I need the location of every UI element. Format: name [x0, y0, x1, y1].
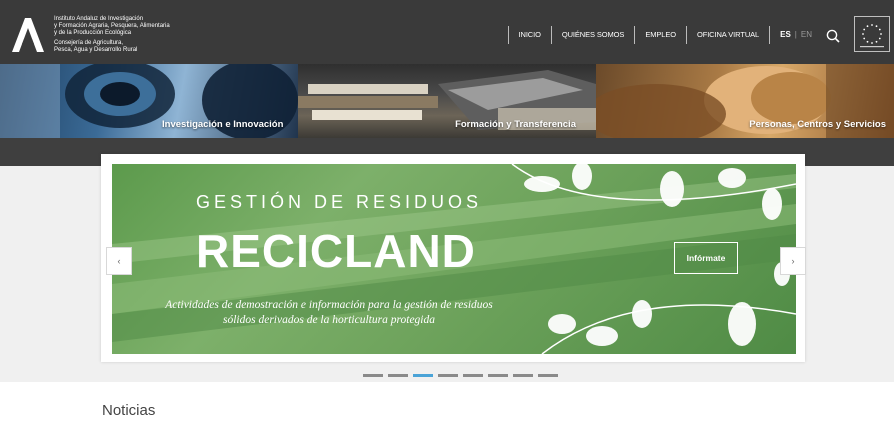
nav-quienes-somos[interactable]: QUIÉNES SOMOS	[550, 26, 634, 44]
slide-recicland[interactable]: GESTIÓN DE RESIDUOS RECICLAND Actividade…	[112, 164, 796, 354]
category-label: Investigación e Innovación	[162, 119, 284, 130]
informate-button[interactable]: Infórmate	[674, 242, 738, 274]
slide-title: RECICLAND	[196, 225, 476, 277]
nav-oficina-virtual[interactable]: OFICINA VIRTUAL	[685, 26, 769, 44]
slider-dot[interactable]	[388, 374, 408, 377]
category-formacion[interactable]: Formación y Transferencia	[298, 64, 596, 138]
slider-dot[interactable]	[438, 374, 458, 377]
ministry-line: Pesca, Agua y Desarrollo Rural	[54, 47, 138, 53]
org-line: y de la Producción Ecológica	[54, 30, 132, 36]
junta-logo[interactable]	[8, 14, 48, 54]
nav-empleo[interactable]: EMPLEO	[634, 26, 686, 44]
ministry-line: Consejería de Agricultura,	[54, 40, 124, 46]
org-line: y Formación Agraria, Pesquera, Alimentar…	[54, 23, 170, 29]
slider-dot[interactable]	[538, 374, 558, 377]
search-icon[interactable]	[826, 29, 840, 43]
category-strip: Investigación e Innovación Formación y T…	[0, 64, 894, 138]
slider-dot[interactable]	[413, 374, 433, 377]
slider-dot[interactable]	[488, 374, 508, 377]
nav-inicio[interactable]: INICIO	[507, 26, 551, 44]
org-name: Instituto Andaluz de Investigación y For…	[54, 16, 204, 54]
category-investigacion[interactable]: Investigación e Innovación	[0, 64, 298, 138]
slide-description: Actividades de demostración e informació…	[165, 299, 493, 326]
news-section-title: Noticias	[102, 402, 156, 419]
lang-en[interactable]: EN	[801, 26, 812, 44]
org-line: Instituto Andaluz de Investigación	[54, 16, 144, 22]
slider-dot[interactable]	[463, 374, 483, 377]
category-personas[interactable]: Personas, Centros y Servicios	[596, 64, 894, 138]
slide-eyebrow: GESTIÓN DE RESIDUOS	[196, 192, 483, 212]
slider-next-button[interactable]: ›	[780, 247, 806, 275]
slider-dot[interactable]	[363, 374, 383, 377]
slider-dot[interactable]	[513, 374, 533, 377]
eu-funding-badge-icon[interactable]	[854, 16, 890, 52]
lang-es[interactable]: ES	[780, 26, 791, 44]
site-header: Instituto Andaluz de Investigación y For…	[0, 0, 894, 64]
category-label: Personas, Centros y Servicios	[749, 119, 886, 130]
language-switcher: ES | EN	[769, 26, 822, 44]
slider-pagination	[363, 374, 558, 377]
lang-separator: |	[794, 30, 797, 39]
main-nav: INICIO QUIÉNES SOMOS EMPLEO OFICINA VIRT…	[507, 22, 822, 48]
ministry-name: Consejería de Agricultura, Pesca, Agua y…	[54, 40, 204, 54]
category-label: Formación y Transferencia	[455, 119, 576, 130]
slider-prev-button[interactable]: ‹	[106, 247, 132, 275]
